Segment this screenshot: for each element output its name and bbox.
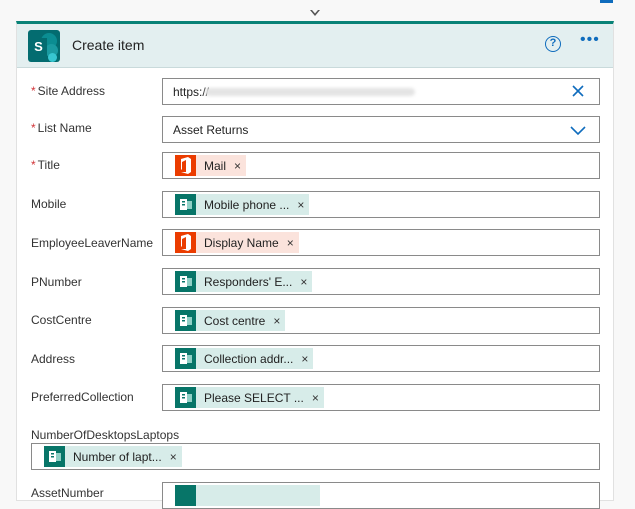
- mobile-token-remove-icon[interactable]: ×: [297, 198, 304, 212]
- pnumber-field[interactable]: Responders' E... ×: [162, 268, 600, 295]
- site-address-redacted: [205, 88, 415, 96]
- pnumber-token-remove-icon[interactable]: ×: [300, 275, 307, 289]
- sharepoint-icon: S: [28, 30, 60, 62]
- employee-leaver-name-token-remove-icon[interactable]: ×: [287, 236, 294, 250]
- card-header[interactable]: S Create item ? •••: [17, 24, 613, 68]
- title-field[interactable]: Mail ×: [162, 152, 600, 179]
- forms-icon: [175, 194, 196, 215]
- close-icon[interactable]: [569, 82, 587, 100]
- preferred-collection-token[interactable]: Please SELECT ... ×: [175, 387, 324, 408]
- preferred-collection-token-remove-icon[interactable]: ×: [312, 391, 319, 405]
- forms-icon: [175, 271, 196, 292]
- address-token-label: Collection addr...: [204, 351, 294, 366]
- title-token-remove-icon[interactable]: ×: [234, 159, 241, 173]
- mobile-token[interactable]: Mobile phone ... ×: [175, 194, 310, 215]
- asset-number-token[interactable]: [175, 485, 320, 506]
- cost-centre-label: CostCentre: [31, 313, 92, 327]
- number-of-desktops-laptops-token-label: Number of lapt...: [73, 449, 162, 464]
- forms-icon: [175, 348, 196, 369]
- preferred-collection-label: PreferredCollection: [31, 390, 134, 404]
- title-token[interactable]: Mail ×: [175, 155, 247, 176]
- title-token-label: Mail: [204, 158, 227, 173]
- forms-icon: [44, 446, 65, 467]
- preferred-collection-token-label: Please SELECT ...: [204, 390, 304, 405]
- cost-centre-token-label: Cost centre: [204, 313, 266, 328]
- asset-number-label: AssetNumber: [31, 486, 104, 500]
- address-label: Address: [31, 352, 76, 366]
- preferred-collection-field[interactable]: Please SELECT ... ×: [162, 384, 600, 411]
- more-ellipsis-icon[interactable]: •••: [580, 32, 606, 52]
- office-icon: [175, 155, 196, 176]
- card-title: Create item: [72, 37, 145, 53]
- mobile-token-label: Mobile phone ...: [204, 197, 290, 212]
- forms-icon: [175, 485, 196, 506]
- connector-arrow-icon: [310, 10, 320, 16]
- pnumber-token-label: Responders' E...: [204, 274, 293, 289]
- cost-centre-token-remove-icon[interactable]: ×: [273, 314, 280, 328]
- list-name-label: * List Name: [31, 121, 92, 135]
- employee-leaver-name-label: EmployeeLeaverName: [31, 236, 154, 250]
- employee-leaver-name-token[interactable]: Display Name ×: [175, 232, 299, 253]
- mobile-label: Mobile: [31, 197, 67, 211]
- asset-number-field[interactable]: [162, 482, 600, 509]
- cost-centre-token[interactable]: Cost centre ×: [175, 310, 286, 331]
- number-of-desktops-laptops-label: NumberOfDesktopsLaptops: [31, 428, 180, 442]
- number-of-desktops-laptops-token-remove-icon[interactable]: ×: [170, 450, 177, 464]
- forms-icon: [175, 310, 196, 331]
- title-label: * Title: [31, 158, 60, 172]
- number-of-desktops-laptops-token[interactable]: Number of lapt... ×: [44, 446, 182, 467]
- list-name-dropdown[interactable]: Asset Returns: [162, 116, 600, 143]
- employee-leaver-name-field[interactable]: Display Name ×: [162, 229, 600, 256]
- address-field[interactable]: Collection addr... ×: [162, 345, 600, 372]
- chevron-down-icon[interactable]: [569, 121, 587, 139]
- employee-leaver-name-token-label: Display Name: [204, 235, 279, 250]
- help-circle-icon[interactable]: ?: [545, 36, 561, 52]
- list-name-value: Asset Returns: [173, 123, 249, 137]
- site-address-value: https://: [173, 85, 210, 99]
- office-icon: [175, 232, 196, 253]
- mobile-field[interactable]: Mobile phone ... ×: [162, 191, 600, 218]
- site-address-field[interactable]: https://: [162, 78, 600, 105]
- forms-icon: [175, 387, 196, 408]
- address-token-remove-icon[interactable]: ×: [301, 352, 308, 366]
- address-token[interactable]: Collection addr... ×: [175, 348, 314, 369]
- pnumber-label: PNumber: [31, 275, 82, 289]
- create-item-card: S Create item ? ••• * Site Address https:…: [16, 21, 614, 509]
- pnumber-token[interactable]: Responders' E... ×: [175, 271, 313, 292]
- site-address-label: * Site Address: [31, 84, 106, 98]
- number-of-desktops-laptops-field[interactable]: Number of lapt... ×: [31, 443, 600, 470]
- cost-centre-field[interactable]: Cost centre ×: [162, 307, 600, 334]
- connector-tab: [600, 0, 613, 3]
